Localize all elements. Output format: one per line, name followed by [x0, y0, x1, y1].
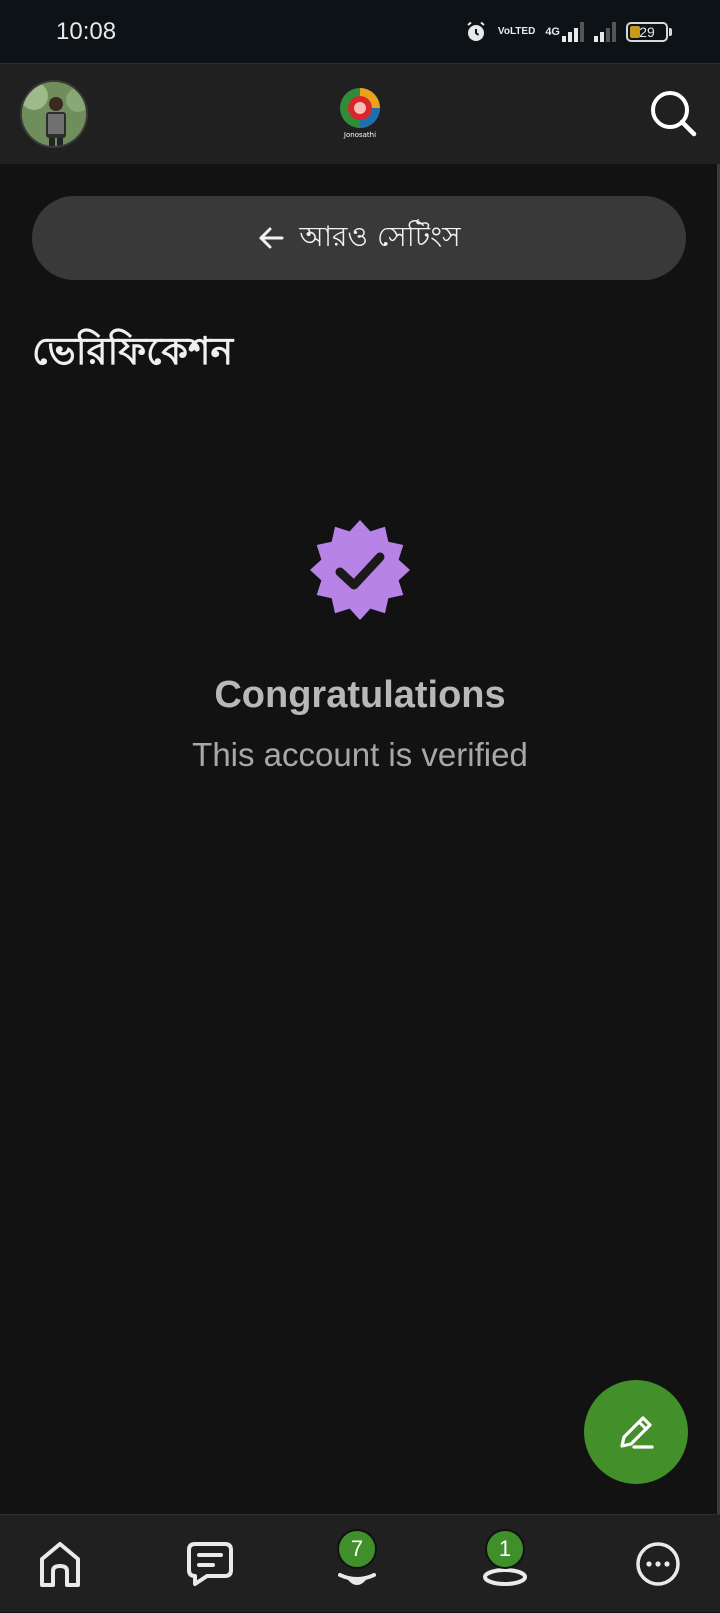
page-title: ভেরিফিকেশন — [32, 329, 234, 373]
nav-notifications[interactable]: 7 — [307, 1515, 407, 1613]
status-time: 10:08 — [56, 18, 117, 45]
battery-level: 29 — [639, 24, 655, 40]
back-button-label: আরও সেটিংস — [299, 219, 461, 253]
volte-indicator: Vo LTED — [497, 26, 536, 37]
avatar[interactable] — [20, 80, 88, 148]
search-button[interactable] — [648, 88, 700, 140]
nav-profile[interactable]: 1 — [455, 1515, 555, 1613]
battery-icon: 29 — [626, 22, 672, 42]
chat-icon — [187, 1542, 233, 1586]
nav-home[interactable] — [10, 1515, 110, 1613]
verified-message: This account is verified — [192, 736, 528, 773]
signal-sim2-icon — [594, 22, 616, 42]
alarm-icon — [464, 20, 488, 44]
arrow-left-icon — [259, 227, 284, 249]
bottom-navigation: 7 1 — [0, 1514, 720, 1612]
status-bar: 10:08 Vo LTED 4G 29 — [0, 0, 720, 64]
more-icon — [636, 1542, 680, 1586]
status-icons: Vo LTED 4G 29 — [464, 18, 672, 46]
search-icon — [651, 91, 697, 137]
profile-count-badge: 1 — [485, 1529, 525, 1569]
back-to-more-settings-button[interactable]: আরও সেটিংস — [32, 196, 686, 280]
app-logo[interactable]: Jonosathi — [334, 84, 386, 140]
notifications-count-badge: 7 — [337, 1529, 377, 1569]
compose-post-button[interactable] — [584, 1380, 688, 1484]
home-icon — [40, 1542, 80, 1587]
nav-more[interactable] — [608, 1515, 708, 1613]
pencil-icon — [620, 1416, 654, 1449]
nav-messages[interactable] — [160, 1515, 260, 1613]
app-header: Jonosathi — [0, 64, 720, 164]
svg-text:Jonosathi: Jonosathi — [343, 131, 376, 139]
verified-badge-icon — [308, 518, 412, 622]
signal-4g-icon: 4G — [545, 22, 584, 42]
congratulations-heading: Congratulations — [214, 674, 506, 716]
